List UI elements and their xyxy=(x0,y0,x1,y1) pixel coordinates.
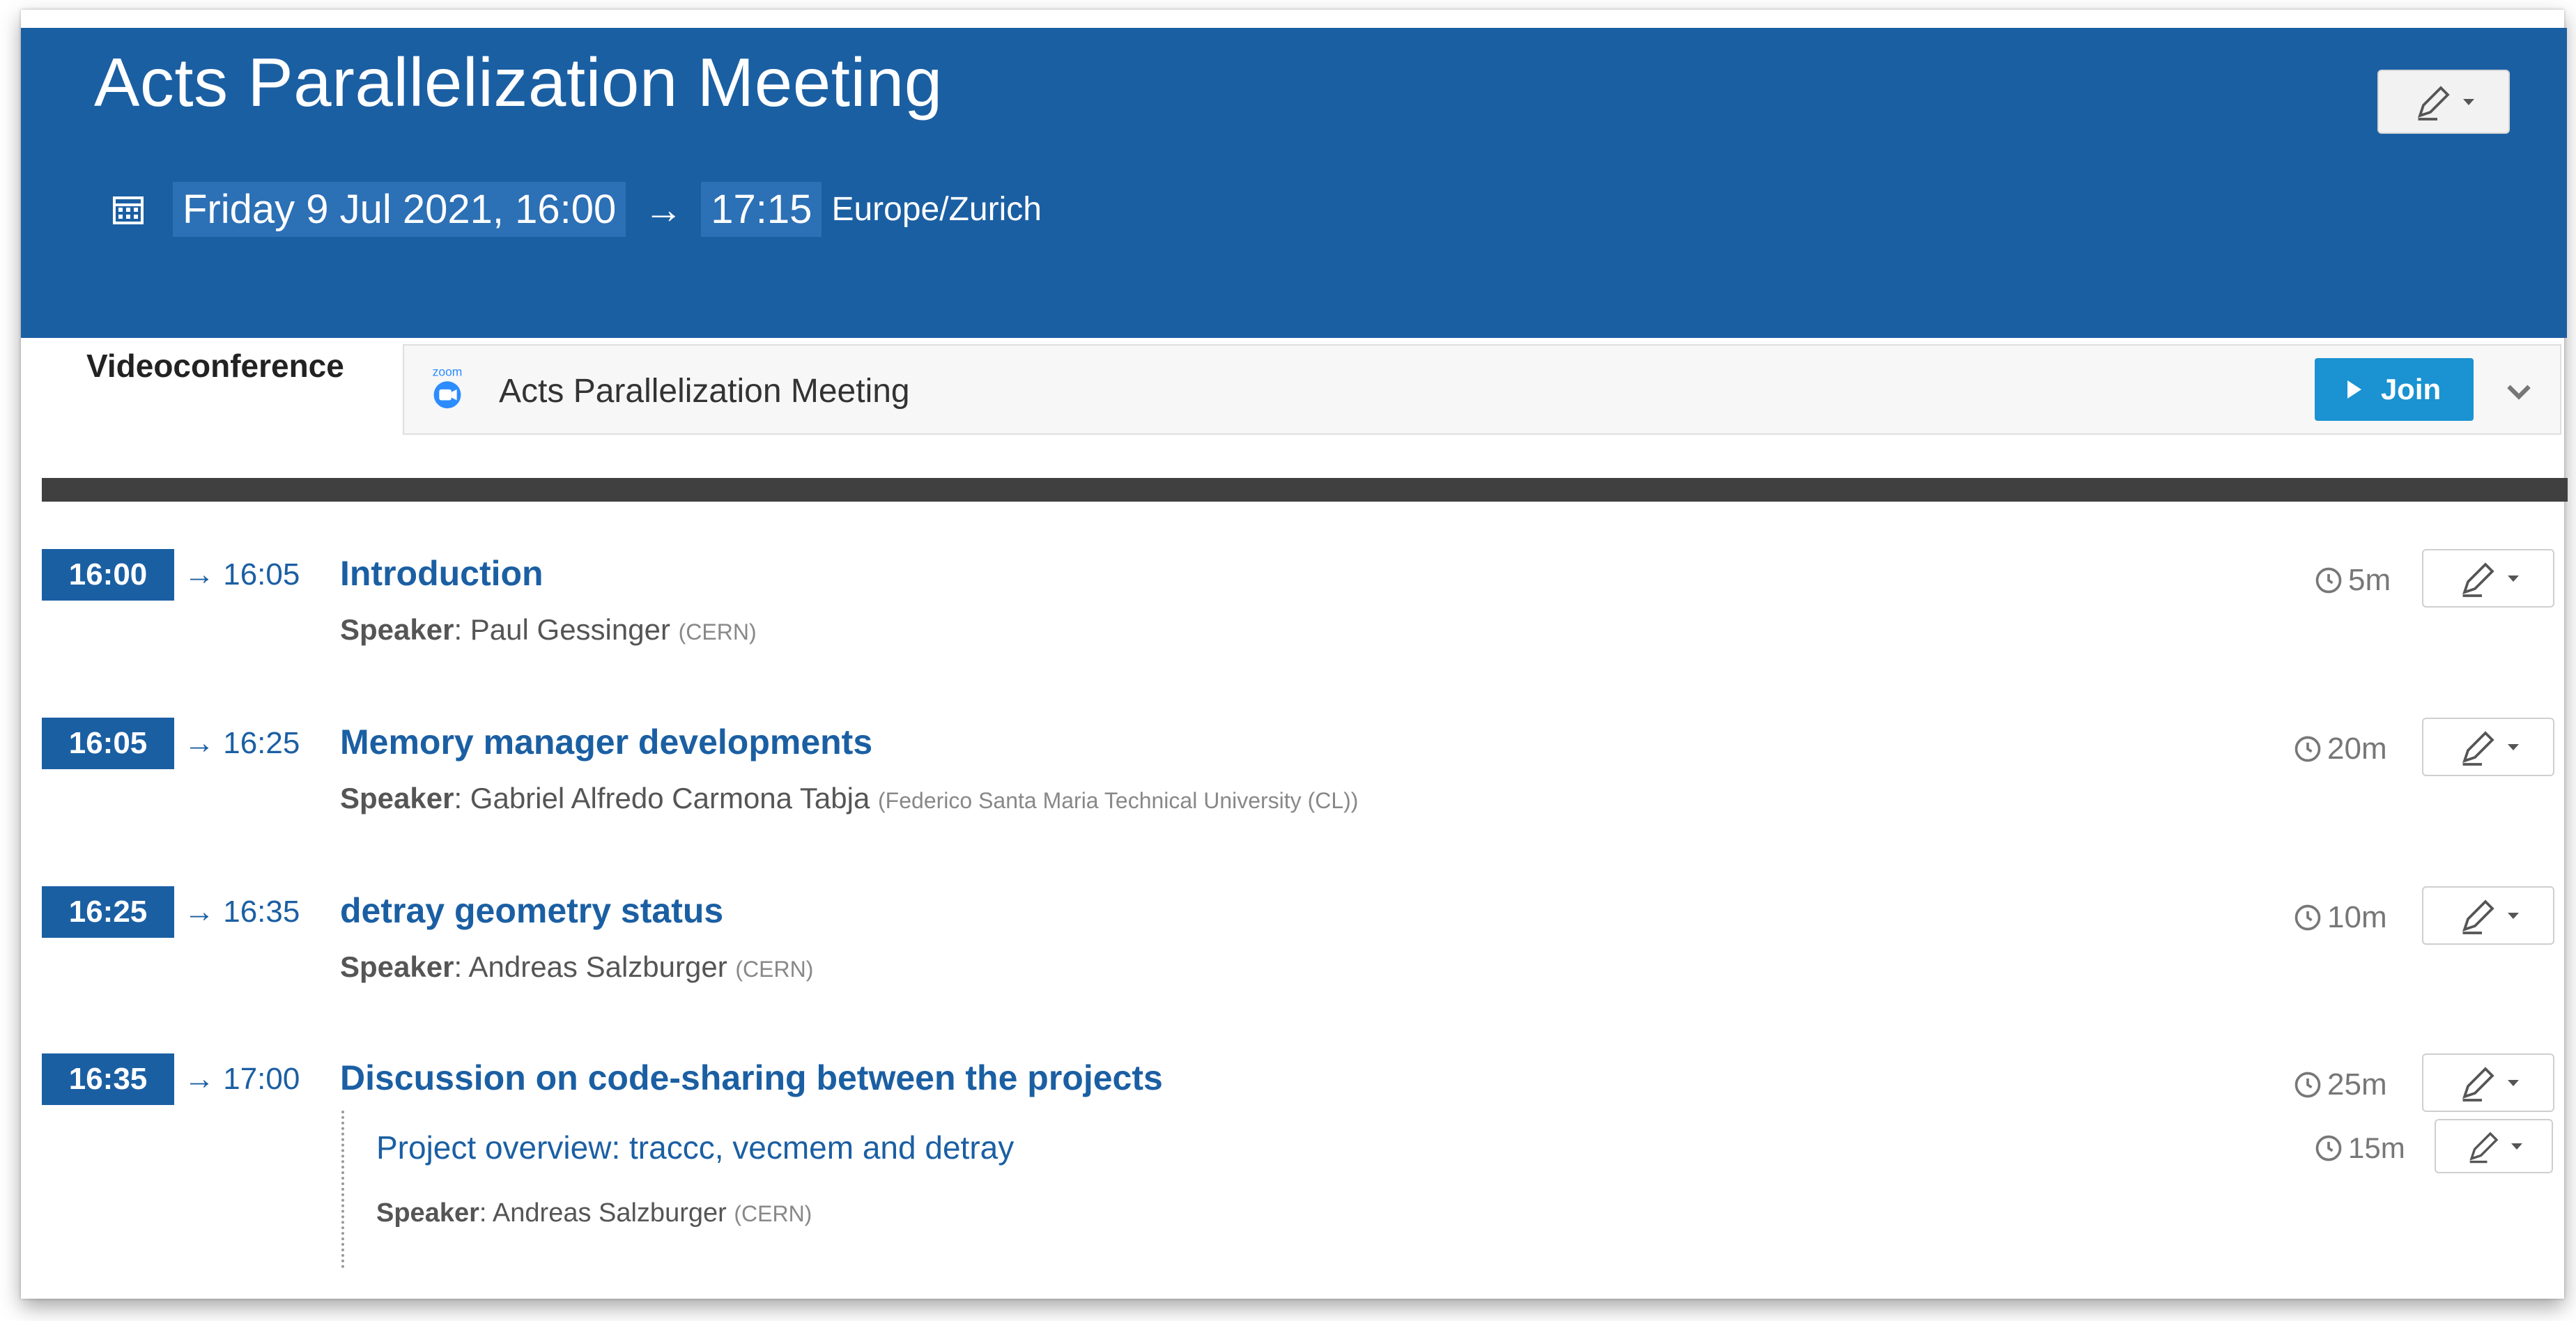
entry-edit-button[interactable] xyxy=(2422,886,2554,945)
pencil-icon xyxy=(2462,731,2494,766)
subcontribution-rule xyxy=(341,1111,344,1268)
pencil-icon xyxy=(2462,562,2494,597)
entry-end-time: → 17:00 xyxy=(184,1062,300,1096)
duration-text: 5m xyxy=(2348,563,2391,597)
join-label: Join xyxy=(2380,373,2442,405)
entry-start-time: 16:05 xyxy=(42,718,174,769)
clock-icon xyxy=(2295,736,2321,762)
entry-title[interactable]: Discussion on code-sharing between the p… xyxy=(340,1058,1163,1098)
speaker-affiliation: (CERN) xyxy=(735,957,814,982)
speaker-name: Andreas Salzburger xyxy=(468,950,727,983)
entry-start-time: 16:35 xyxy=(42,1053,174,1105)
entry-end-time: → 16:05 xyxy=(184,557,300,592)
duration-text: 20m xyxy=(2327,732,2387,766)
entry-duration: 25m xyxy=(2292,1067,2387,1102)
speaker-label: Speaker xyxy=(340,782,454,814)
caret-down-icon xyxy=(2508,1079,2519,1086)
clock-icon xyxy=(2295,904,2321,931)
videoconference-panel: zoom Acts Parallelization Meeting Join xyxy=(403,344,2561,435)
speaker-name: Paul Gessinger xyxy=(470,613,670,646)
clock-icon xyxy=(2315,1135,2342,1161)
entry-start-time: 16:25 xyxy=(42,886,174,938)
videoconference-room-name: Acts Parallelization Meeting xyxy=(499,373,910,410)
speaker-label: Speaker xyxy=(376,1198,479,1228)
speaker-name: Andreas Salzburger xyxy=(492,1198,727,1228)
timetable-divider xyxy=(42,478,2568,502)
caret-down-icon xyxy=(2463,98,2474,105)
event-edit-button[interactable] xyxy=(2377,70,2510,134)
zoom-icon: zoom xyxy=(433,364,463,409)
pencil-icon xyxy=(2418,86,2450,121)
speaker-label: Speaker xyxy=(340,613,454,646)
event-title: Acts Parallelization Meeting xyxy=(94,44,943,121)
duration-text: 15m xyxy=(2348,1131,2405,1164)
entry-duration: 10m xyxy=(2292,900,2387,935)
speaker-affiliation: (CERN) xyxy=(678,619,757,644)
speaker-name: Gabriel Alfredo Carmona Tabja xyxy=(470,782,870,814)
svg-text:zoom: zoom xyxy=(433,364,463,378)
event-timezone: Europe/Zurich xyxy=(831,190,1042,228)
entry-duration: 5m xyxy=(2313,563,2391,598)
subcontribution-title[interactable]: Project overview: traccc, vecmem and det… xyxy=(376,1129,1014,1166)
entry-end-time: → 16:25 xyxy=(184,726,300,760)
event-end-time: 17:15 xyxy=(701,181,822,237)
subcontribution-edit-button[interactable] xyxy=(2435,1119,2553,1173)
duration-text: 25m xyxy=(2327,1067,2387,1102)
entry-speaker: Speaker: Andreas Salzburger (CERN) xyxy=(340,950,814,983)
entry-duration: 20m xyxy=(2292,732,2387,766)
play-icon xyxy=(2347,380,2361,399)
subcontribution-speaker: Speaker: Andreas Salzburger (CERN) xyxy=(376,1198,812,1228)
event-start-datetime: Friday 9 Jul 2021, 16:00 xyxy=(173,181,626,237)
entry-title[interactable]: Introduction xyxy=(340,553,543,594)
clock-icon xyxy=(2295,1072,2321,1098)
pencil-icon xyxy=(2462,899,2494,934)
entry-speaker: Speaker: Gabriel Alfredo Carmona Tabja (… xyxy=(340,782,1359,814)
entry-end-time: → 16:35 xyxy=(184,895,300,929)
duration-text: 10m xyxy=(2327,900,2387,934)
event-date-row: Friday 9 Jul 2021, 16:00 → 17:15 Europe/… xyxy=(111,181,1042,237)
speaker-label: Speaker xyxy=(340,950,454,983)
entry-speaker: Speaker: Paul Gessinger (CERN) xyxy=(340,613,757,646)
entry-edit-button[interactable] xyxy=(2422,1053,2554,1112)
entry-edit-button[interactable] xyxy=(2422,549,2554,608)
entry-edit-button[interactable] xyxy=(2422,718,2554,776)
entry-title[interactable]: Memory manager developments xyxy=(340,722,872,762)
speaker-affiliation: (CERN) xyxy=(734,1201,812,1226)
entry-title[interactable]: detray geometry status xyxy=(340,890,723,931)
pencil-icon xyxy=(2462,1067,2494,1102)
clock-icon xyxy=(2315,567,2342,594)
entry-start-time: 16:00 xyxy=(42,549,174,601)
videoconference-label: Videoconference xyxy=(86,348,344,384)
join-button[interactable]: Join xyxy=(2315,358,2474,421)
caret-down-icon xyxy=(2508,743,2519,750)
date-arrow: → xyxy=(644,187,684,231)
pencil-icon xyxy=(2469,1131,2499,1164)
calendar-icon xyxy=(113,196,144,224)
caret-down-icon xyxy=(2508,912,2519,919)
speaker-affiliation: (Federico Santa Maria Technical Universi… xyxy=(878,788,1359,813)
subcontribution-duration: 15m xyxy=(2313,1131,2405,1165)
chevron-down-icon[interactable] xyxy=(2501,373,2536,408)
caret-down-icon xyxy=(2511,1143,2522,1150)
caret-down-icon xyxy=(2508,575,2519,582)
